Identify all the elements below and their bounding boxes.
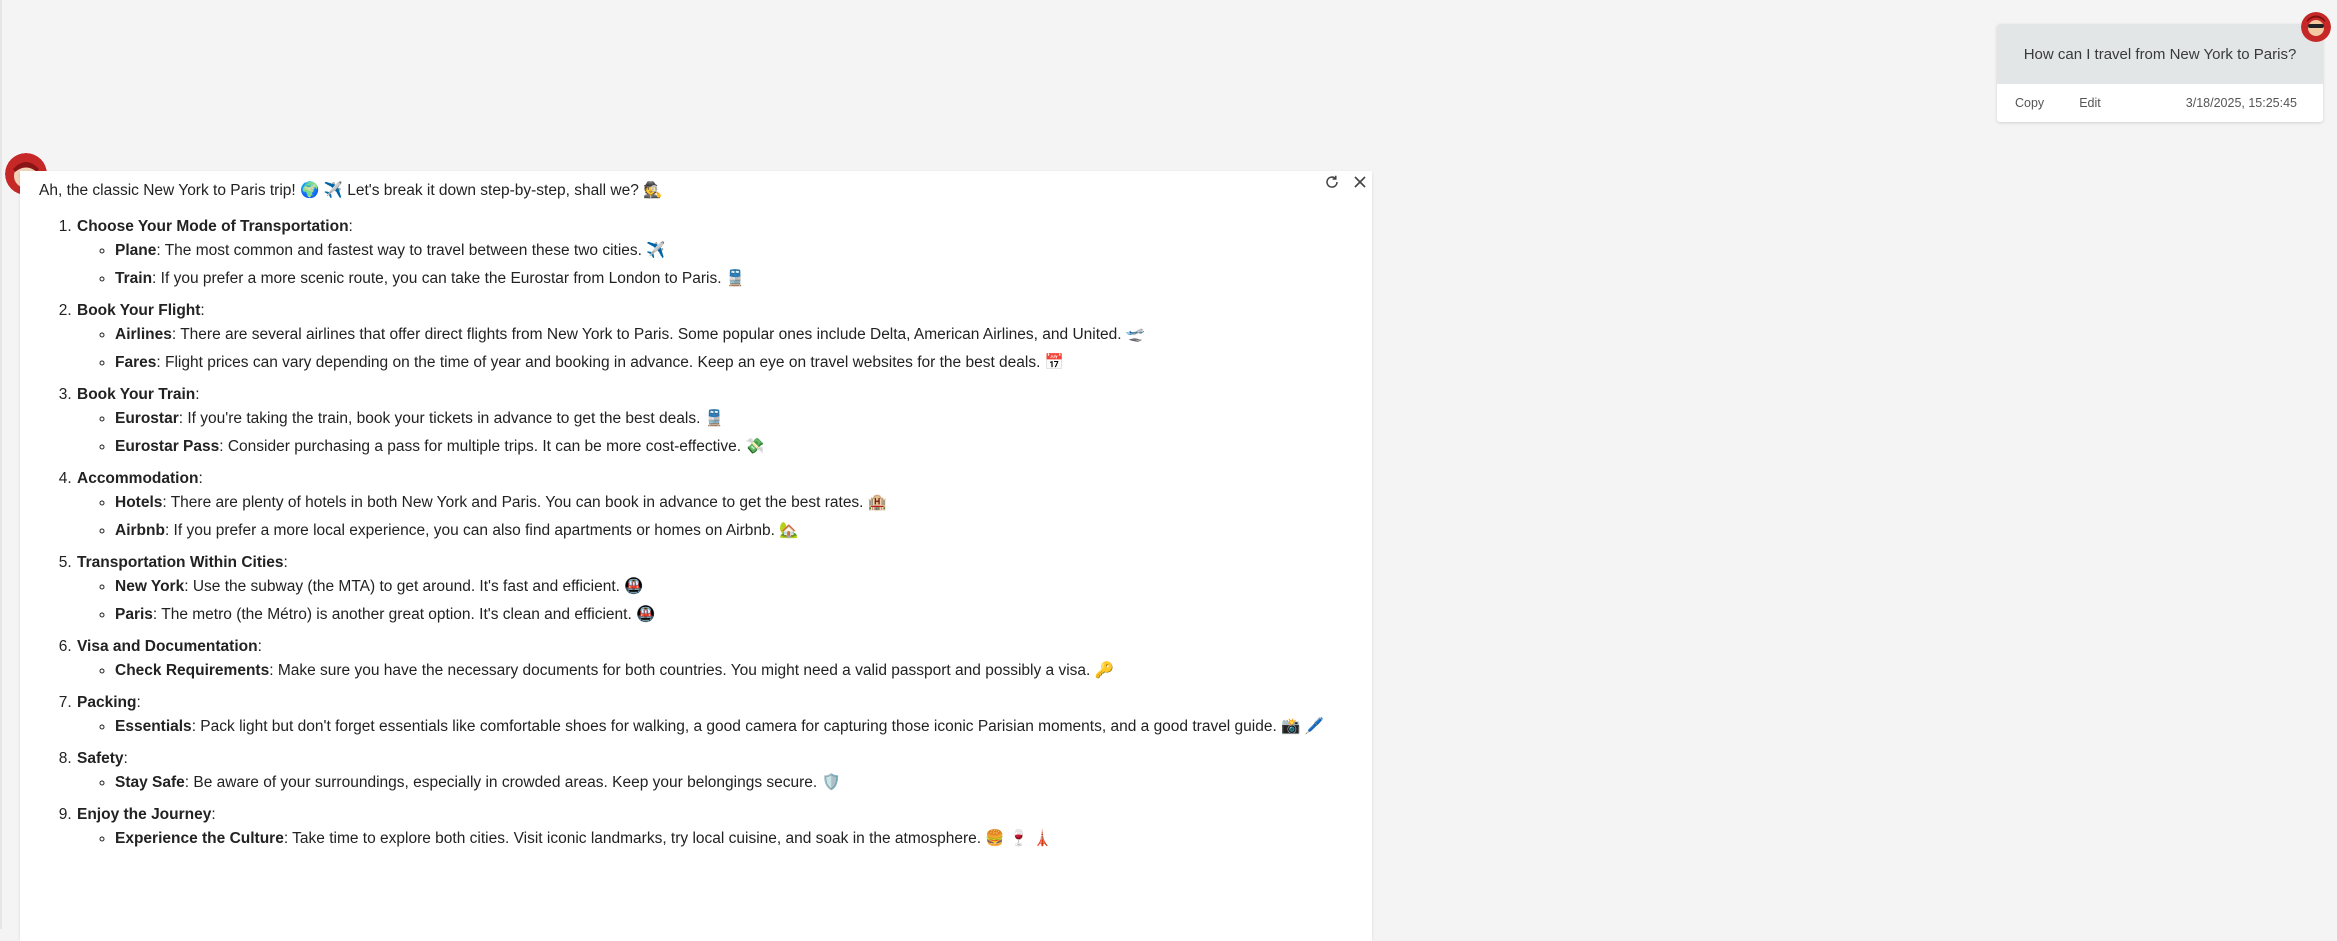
step-detail: New York: Use the subway (the MTA) to ge… — [115, 577, 1356, 597]
detail-label: Eurostar Pass — [115, 438, 220, 455]
detail-label: Fares — [115, 354, 157, 371]
assistant-message-card: Ah, the classic New York to Paris trip! … — [20, 171, 1372, 941]
step-item: Book Your Train:Eurostar: If you're taki… — [76, 385, 1356, 457]
step-sublist: Experience the Culture: Take time to exp… — [77, 829, 1356, 849]
step-sublist: New York: Use the subway (the MTA) to ge… — [77, 577, 1356, 625]
detail-text: : The metro (the Métro) is another great… — [152, 606, 656, 623]
detail-label: Stay Safe — [115, 774, 185, 791]
step-title: Choose Your Mode of Transportation — [77, 218, 349, 235]
step-sublist: Stay Safe: Be aware of your surroundings… — [77, 773, 1356, 793]
step-item: Packing:Essentials: Pack light but don't… — [76, 693, 1356, 737]
assistant-actions — [1323, 173, 1369, 191]
step-detail: Eurostar: If you're taking the train, bo… — [115, 409, 1356, 429]
message-timestamp: 3/18/2025, 15:25:45 — [2185, 96, 2297, 110]
detail-text: : Be aware of your surroundings, especia… — [184, 774, 841, 791]
user-message-footer: Copy Edit 3/18/2025, 15:25:45 — [1997, 84, 2323, 122]
detail-text: : Flight prices can vary depending on th… — [156, 354, 1065, 371]
detail-text: : Make sure you have the necessary docum… — [269, 662, 1114, 679]
user-message-card: How can I travel from New York to Paris?… — [1997, 24, 2323, 122]
step-detail: Hotels: There are plenty of hotels in bo… — [115, 493, 1356, 513]
assistant-intro: Ah, the classic New York to Paris trip! … — [39, 182, 663, 199]
step-item: Book Your Flight:Airlines: There are sev… — [76, 301, 1356, 373]
detail-text: : The most common and fastest way to tra… — [156, 242, 666, 259]
step-sublist: Plane: The most common and fastest way t… — [77, 241, 1356, 289]
step-title: Book Your Flight — [77, 302, 201, 319]
step-sublist: Essentials: Pack light but don't forget … — [77, 717, 1356, 737]
step-detail: Check Requirements: Make sure you have t… — [115, 661, 1356, 681]
step-item: Transportation Within Cities:New York: U… — [76, 553, 1356, 625]
step-title: Transportation Within Cities — [77, 554, 284, 571]
close-icon[interactable] — [1351, 173, 1369, 191]
step-title: Accommodation — [77, 470, 199, 487]
detail-text: : There are several airlines that offer … — [171, 326, 1146, 343]
detail-text: : Take time to explore both cities. Visi… — [283, 830, 1052, 847]
steps-list: Choose Your Mode of Transportation:Plane… — [20, 217, 1356, 861]
detail-label: Airbnb — [115, 522, 165, 539]
refresh-icon[interactable] — [1323, 173, 1341, 191]
step-item: Enjoy the Journey:Experience the Culture… — [76, 805, 1356, 849]
step-detail: Plane: The most common and fastest way t… — [115, 241, 1356, 261]
detail-text: : Consider purchasing a pass for multipl… — [219, 438, 765, 455]
step-title: Book Your Train — [77, 386, 196, 403]
step-item: Visa and Documentation:Check Requirement… — [76, 637, 1356, 681]
user-avatar-icon — [2301, 12, 2331, 42]
left-border — [0, 0, 2, 929]
copy-button[interactable]: Copy — [2015, 96, 2044, 110]
step-title: Enjoy the Journey — [77, 806, 212, 823]
user-message-bubble: How can I travel from New York to Paris? — [1997, 24, 2323, 84]
step-detail: Essentials: Pack light but don't forget … — [115, 717, 1356, 737]
user-message-text: How can I travel from New York to Paris? — [2023, 45, 2297, 63]
step-title: Safety — [77, 750, 124, 767]
step-title: Visa and Documentation — [77, 638, 258, 655]
step-detail: Airbnb: If you prefer a more local exper… — [115, 521, 1356, 541]
detail-label: Plane — [115, 242, 157, 259]
step-item: Choose Your Mode of Transportation:Plane… — [76, 217, 1356, 289]
detail-text: : If you prefer a more scenic route, you… — [152, 270, 746, 287]
detail-label: Eurostar — [115, 410, 179, 427]
step-sublist: Airlines: There are several airlines tha… — [77, 325, 1356, 373]
edit-button[interactable]: Edit — [2079, 96, 2101, 110]
step-sublist: Check Requirements: Make sure you have t… — [77, 661, 1356, 681]
detail-label: Experience the Culture — [115, 830, 284, 847]
step-sublist: Eurostar: If you're taking the train, bo… — [77, 409, 1356, 457]
detail-label: New York — [115, 578, 185, 595]
step-detail: Airlines: There are several airlines tha… — [115, 325, 1356, 345]
detail-label: Essentials — [115, 718, 192, 735]
step-detail: Eurostar Pass: Consider purchasing a pas… — [115, 437, 1356, 457]
step-title: Packing — [77, 694, 137, 711]
detail-text: : Pack light but don't forget essentials… — [191, 718, 1325, 735]
detail-label: Paris — [115, 606, 153, 623]
detail-label: Train — [115, 270, 153, 287]
step-detail: Experience the Culture: Take time to exp… — [115, 829, 1356, 849]
step-detail: Train: If you prefer a more scenic route… — [115, 269, 1356, 289]
step-sublist: Hotels: There are plenty of hotels in bo… — [77, 493, 1356, 541]
detail-label: Hotels — [115, 494, 163, 511]
step-item: Accommodation:Hotels: There are plenty o… — [76, 469, 1356, 541]
detail-label: Check Requirements — [115, 662, 270, 679]
step-detail: Fares: Flight prices can vary depending … — [115, 353, 1356, 373]
step-detail: Paris: The metro (the Métro) is another … — [115, 605, 1356, 625]
detail-text: : Use the subway (the MTA) to get around… — [184, 578, 644, 595]
detail-label: Airlines — [115, 326, 172, 343]
detail-text: : If you're taking the train, book your … — [178, 410, 725, 427]
detail-text: : There are plenty of hotels in both New… — [162, 494, 888, 511]
step-detail: Stay Safe: Be aware of your surroundings… — [115, 773, 1356, 793]
detail-text: : If you prefer a more local experience,… — [164, 522, 799, 539]
step-item: Safety:Stay Safe: Be aware of your surro… — [76, 749, 1356, 793]
